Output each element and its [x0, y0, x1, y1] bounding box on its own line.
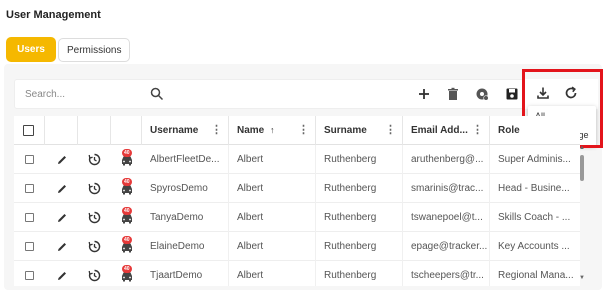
cell-surname: Ruthenberg: [316, 261, 403, 286]
cell-username: AlbertFleetDe...: [142, 145, 229, 174]
scroll-up-arrow[interactable]: ▲: [578, 145, 586, 153]
vehicle-count-badge: 40: [122, 149, 132, 157]
add-icon[interactable]: [417, 87, 431, 101]
column-header-email[interactable]: Email Add... ⋮: [403, 116, 490, 145]
row-checkbox[interactable]: [25, 213, 34, 222]
cell-email: tswanepoel@t...: [403, 203, 490, 232]
cell-username: ElaineDemo: [142, 232, 229, 261]
select-all-checkbox[interactable]: [23, 125, 34, 136]
vehicle-icon[interactable]: 40: [111, 145, 142, 174]
tab-permissions[interactable]: Permissions: [58, 37, 131, 62]
cell-email: smarinis@trac...: [403, 174, 490, 203]
vehicle-count-badge: 40: [122, 207, 132, 215]
column-header-username[interactable]: Username ⋮: [142, 116, 229, 145]
tab-users[interactable]: Users: [6, 37, 56, 62]
scroll-thumb[interactable]: [580, 155, 584, 181]
row-checkbox[interactable]: [25, 155, 34, 164]
row-checkbox[interactable]: [25, 184, 34, 193]
delete-icon[interactable]: [446, 87, 460, 101]
cell-surname: Ruthenberg: [316, 203, 403, 232]
vehicle-count-badge: 40: [122, 178, 132, 186]
row-checkbox[interactable]: [25, 242, 34, 251]
edit-column-header: [45, 116, 78, 145]
vehicle-icon[interactable]: 40: [111, 203, 142, 232]
select-all-cell: [14, 116, 45, 145]
page-title: User Management: [6, 9, 101, 21]
table-row[interactable]: 40 AlbertFleetDe... Albert Ruthenberg aruthe…: [14, 145, 580, 174]
cell-name: Albert: [229, 232, 316, 261]
users-table: Username ⋮ Name ↑ ⋮ Surname ⋮ Email Add.…: [14, 116, 580, 286]
table-row[interactable]: 40 ElaineDemo Albert Ruthenberg epage@tracke…: [14, 232, 580, 261]
column-header-name[interactable]: Name ↑ ⋮: [229, 116, 316, 145]
cell-username: TanyaDemo: [142, 203, 229, 232]
cell-name: Albert: [229, 261, 316, 286]
vehicle-count-badge: 40: [122, 265, 132, 273]
vehicle-icon[interactable]: 40: [111, 232, 142, 261]
column-menu-icon[interactable]: ⋮: [211, 116, 222, 145]
history-column-header: [78, 116, 111, 145]
history-icon[interactable]: [78, 232, 111, 261]
history-icon[interactable]: [78, 203, 111, 232]
table-row[interactable]: 40 TjaartDemo Albert Ruthenberg tscheepers@t…: [14, 261, 580, 286]
cell-surname: Ruthenberg: [316, 232, 403, 261]
edit-icon[interactable]: [45, 232, 78, 261]
scroll-down-arrow[interactable]: ▼: [578, 275, 586, 283]
vehicle-icon[interactable]: 40: [111, 174, 142, 203]
cell-username: SpyrosDemo: [142, 174, 229, 203]
cell-surname: Ruthenberg: [316, 145, 403, 174]
column-menu-icon[interactable]: ⋮: [298, 116, 309, 145]
cell-name: Albert: [229, 145, 316, 174]
cell-name: Albert: [229, 203, 316, 232]
column-menu-icon[interactable]: ⋮: [385, 116, 396, 145]
cell-email: tscheepers@tr...: [403, 261, 490, 286]
vehicle-column-header: [111, 116, 142, 145]
vehicle-count-badge: 40: [122, 236, 132, 244]
search-input[interactable]: Search...: [25, 89, 65, 100]
settings-icon[interactable]: [475, 87, 489, 101]
history-icon[interactable]: [78, 174, 111, 203]
cell-role: Key Accounts ...: [498, 241, 570, 252]
cell-name: Albert: [229, 174, 316, 203]
search-icon[interactable]: [150, 87, 164, 101]
vehicle-icon[interactable]: 40: [111, 261, 142, 286]
history-icon[interactable]: [78, 145, 111, 174]
edit-icon[interactable]: [45, 145, 78, 174]
cell-role: Regional Mana...: [498, 270, 574, 281]
edit-icon[interactable]: [45, 203, 78, 232]
row-checkbox[interactable]: [25, 271, 34, 280]
save-icon[interactable]: [505, 87, 519, 101]
cell-role: Super Adminis...: [498, 154, 571, 165]
grid-toolbar: Search...: [14, 79, 530, 109]
column-header-surname[interactable]: Surname ⋮: [316, 116, 403, 145]
table-row[interactable]: 40 TanyaDemo Albert Ruthenberg tswanepoel@t.…: [14, 203, 580, 232]
table-header: Username ⋮ Name ↑ ⋮ Surname ⋮ Email Add.…: [14, 116, 580, 145]
cell-role: Skills Coach - ...: [498, 212, 571, 223]
table-row[interactable]: 40 SpyrosDemo Albert Ruthenberg smarinis@tra…: [14, 174, 580, 203]
tab-bar: Users Permissions: [6, 37, 131, 62]
cell-role: Head - Busine...: [498, 183, 570, 194]
edit-icon[interactable]: [45, 261, 78, 286]
cell-email: epage@tracker...: [403, 232, 490, 261]
cell-email: aruthenberg@...: [403, 145, 490, 174]
history-icon[interactable]: [78, 261, 111, 286]
cell-surname: Ruthenberg: [316, 174, 403, 203]
sort-ascending-icon: ↑: [270, 125, 275, 135]
column-header-role[interactable]: Role: [490, 116, 580, 145]
column-menu-icon[interactable]: ⋮: [472, 116, 483, 145]
table-scrollbar[interactable]: ▲ ▼: [578, 145, 586, 283]
cell-username: TjaartDemo: [142, 261, 229, 286]
edit-icon[interactable]: [45, 174, 78, 203]
